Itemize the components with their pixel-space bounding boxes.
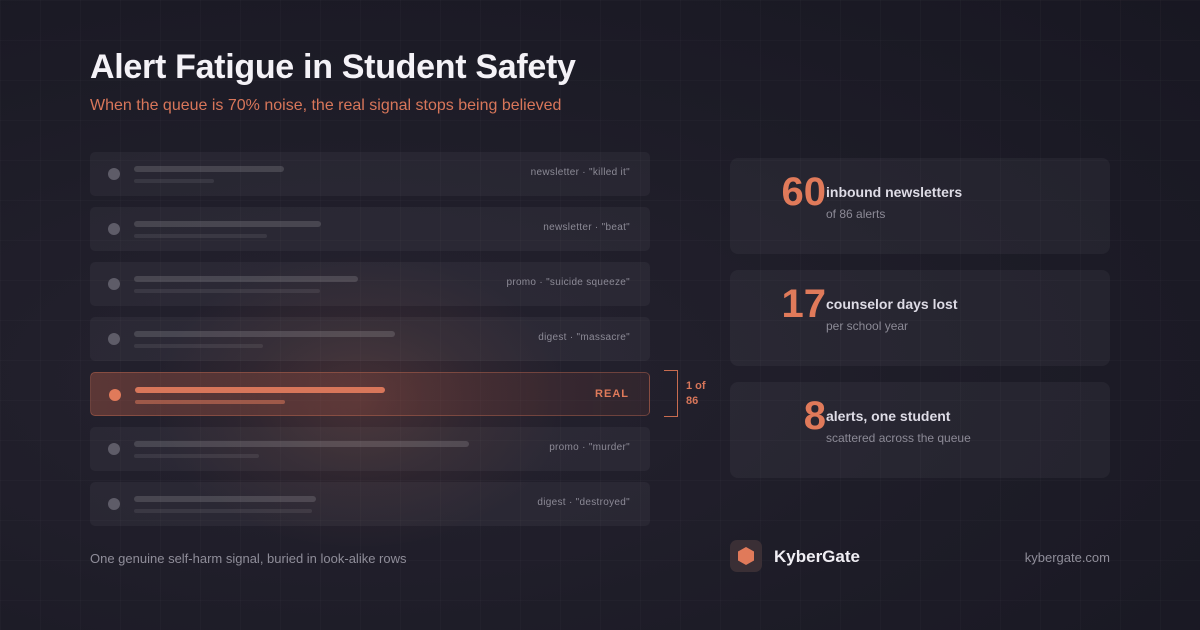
row-placeholder-subline xyxy=(134,454,259,458)
row-tag: newsletter · "killed it" xyxy=(530,167,630,178)
alert-queue: newsletter · "killed it" newsletter · "b… xyxy=(90,152,650,537)
row-dot-icon xyxy=(108,333,120,345)
real-tag: REAL xyxy=(595,388,629,400)
page-subtitle: When the queue is 70% noise, the real si… xyxy=(90,97,562,114)
row-placeholder-line xyxy=(134,221,321,227)
stat-card-alerts: 8 alerts, one student scattered across t… xyxy=(730,382,1110,478)
alert-row: digest · "destroyed" xyxy=(90,482,650,526)
stat-card-counselor-days: 17 counselor days lost per school year xyxy=(730,270,1110,366)
stat-number: 8 xyxy=(803,394,826,438)
stat-sublabel: per school year xyxy=(826,319,909,333)
alert-row: promo · "suicide squeeze" xyxy=(90,262,650,306)
bracket-label-line1: 1 of xyxy=(686,380,706,392)
alert-row: digest · "massacre" xyxy=(90,317,650,361)
stat-card-newsletters: 60 inbound newsletters of 86 alerts xyxy=(730,158,1110,254)
alert-row: newsletter · "beat" xyxy=(90,207,650,251)
row-placeholder-subline xyxy=(135,400,285,404)
alert-row-real: REAL xyxy=(90,372,650,416)
bracket-label-line2: 86 xyxy=(686,395,699,407)
row-placeholder-line xyxy=(134,276,358,282)
row-dot-icon xyxy=(108,278,120,290)
brand-logo xyxy=(730,540,762,572)
brand-url[interactable]: kybergate.com xyxy=(1025,550,1110,565)
brand-name: KyberGate xyxy=(774,547,860,566)
row-placeholder-subline xyxy=(134,179,214,183)
alert-row: newsletter · "killed it" xyxy=(90,152,650,196)
hexagon-icon xyxy=(738,547,754,565)
row-placeholder-subline xyxy=(134,234,267,238)
stat-number: 60 xyxy=(781,170,827,214)
stat-number: 17 xyxy=(781,282,827,326)
queue-caption: One genuine self-harm signal, buried in … xyxy=(90,551,407,566)
stat-label: alerts, one student xyxy=(826,408,951,424)
brand-footer: KyberGate kybergate.com xyxy=(730,540,1110,572)
row-dot-icon xyxy=(108,498,120,510)
row-placeholder-line xyxy=(135,387,385,393)
row-tag: newsletter · "beat" xyxy=(543,222,630,233)
row-dot-icon xyxy=(108,168,120,180)
row-placeholder-line xyxy=(134,331,395,337)
stat-label: counselor days lost xyxy=(826,296,958,312)
row-tag: digest · "destroyed" xyxy=(537,497,630,508)
row-placeholder-line xyxy=(134,496,316,502)
stats-panel: 60 inbound newsletters of 86 alerts 17 c… xyxy=(730,158,1110,494)
bracket-label: 1 of 86 xyxy=(686,379,706,409)
row-dot-icon xyxy=(108,443,120,455)
row-dot-icon xyxy=(109,389,121,401)
row-placeholder-subline xyxy=(134,344,263,348)
alert-row: promo · "murder" xyxy=(90,427,650,471)
bracket-marker xyxy=(664,370,678,417)
stat-sublabel: of 86 alerts xyxy=(826,207,886,221)
stat-sublabel: scattered across the queue xyxy=(826,431,971,445)
row-tag: promo · "suicide squeeze" xyxy=(506,277,630,288)
row-placeholder-line xyxy=(134,166,284,172)
row-placeholder-line xyxy=(134,441,469,447)
page-title: Alert Fatigue in Student Safety xyxy=(90,48,576,86)
row-dot-icon xyxy=(108,223,120,235)
row-tag: digest · "massacre" xyxy=(538,332,630,343)
row-placeholder-subline xyxy=(134,289,320,293)
stat-label: inbound newsletters xyxy=(826,184,963,200)
row-placeholder-subline xyxy=(134,509,312,513)
row-tag: promo · "murder" xyxy=(549,442,630,453)
